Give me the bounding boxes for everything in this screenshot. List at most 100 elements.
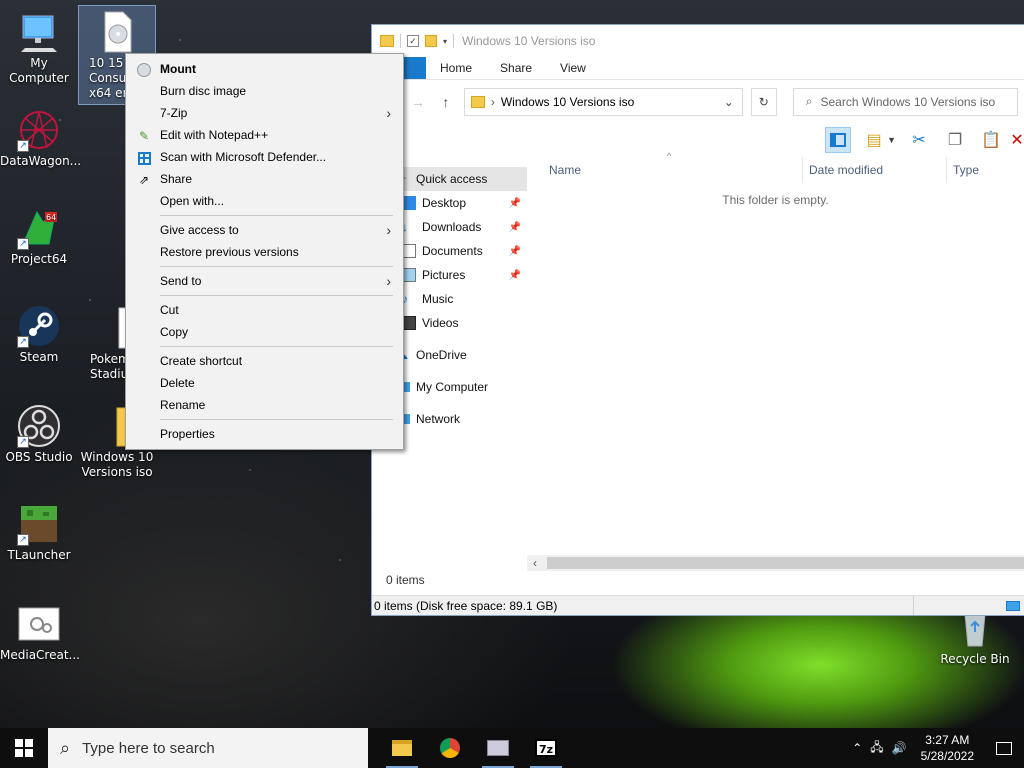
pin-icon[interactable]: 📌 xyxy=(509,246,521,257)
column-name[interactable]: Name ^ xyxy=(527,151,803,183)
copy-button[interactable]: ❐ xyxy=(942,127,968,153)
horizontal-scrollbar[interactable]: ‹ xyxy=(527,555,1024,571)
item-count: 0 items xyxy=(386,573,425,587)
paste-button[interactable]: 📋 xyxy=(978,127,1004,153)
file-explorer-icon xyxy=(392,740,412,756)
menu-item-share[interactable]: ⇗ Share xyxy=(126,168,403,190)
shortcut-arrow-icon: ↗ xyxy=(17,534,29,546)
desktop-icon-label: Recycle Bin xyxy=(940,652,1010,666)
taskbar-7zip[interactable]: 7z xyxy=(522,728,570,768)
desktop-icon-label: TLauncher xyxy=(7,548,71,562)
menu-item-create-shortcut[interactable]: Create shortcut xyxy=(126,350,403,372)
search-box[interactable]: ⌕ Search Windows 10 Versions iso xyxy=(792,87,1018,116)
taskbar-media-creation[interactable] xyxy=(474,728,522,768)
shortcut-arrow-icon: ↗ xyxy=(17,436,29,448)
desktop-icon-my-computer[interactable]: My Computer xyxy=(0,10,78,86)
steam-icon: ↗ xyxy=(17,304,61,348)
pin-icon[interactable]: 📌 xyxy=(509,270,521,281)
music-note-icon: ♪ xyxy=(402,292,408,306)
desktop-icon-mediacreation[interactable]: MediaCreat... xyxy=(0,602,80,663)
menu-item-burn-disc-image[interactable]: Burn disc image xyxy=(126,80,403,102)
scroll-left-arrow-icon[interactable]: ‹ xyxy=(533,556,537,570)
view-toolbar: ▤ ▼ ✂ ❐ 📋 ✕ xyxy=(372,123,1024,157)
back-arrow-icon[interactable]: → xyxy=(408,94,428,110)
desktop-icon-obs-studio[interactable]: ↗ OBS Studio xyxy=(0,404,78,465)
refresh-icon: ↻ xyxy=(758,94,769,109)
tab-view[interactable]: View xyxy=(546,57,600,79)
desktop-icon-project64[interactable]: 64 ↗ Project64 xyxy=(0,206,78,267)
menu-item-scan-defender[interactable]: Scan with Microsoft Defender... xyxy=(126,146,403,168)
desktop-icon-datawagon[interactable]: ↗ DataWagon... xyxy=(0,108,82,169)
menu-label: Give access to xyxy=(160,223,239,237)
menu-item-rename[interactable]: Rename xyxy=(126,394,403,416)
mediacreation-icon xyxy=(17,602,61,646)
desktop-icon-label: MediaCreat... xyxy=(0,648,80,662)
desktop-icon-label: DataWagon... xyxy=(0,154,82,168)
chevron-down-icon[interactable]: ⌄ xyxy=(724,95,734,109)
taskbar-file-explorer[interactable] xyxy=(378,728,426,768)
pin-icon[interactable]: 📌 xyxy=(509,222,521,233)
obs-icon: ↗ xyxy=(17,404,61,448)
media-creation-icon xyxy=(487,740,509,756)
start-button[interactable] xyxy=(0,728,48,768)
details-view-icon[interactable] xyxy=(1006,600,1020,611)
context-menu: Mount Burn disc image 7-Zip › ✎ Edit wit… xyxy=(125,53,404,450)
cut-button[interactable]: ✂ xyxy=(906,127,932,153)
menu-item-copy[interactable]: Copy xyxy=(126,321,403,343)
tab-share[interactable]: Share xyxy=(486,57,546,79)
new-folder-button[interactable]: ▤ xyxy=(861,127,887,153)
clock[interactable]: 3:27 AM 5/28/2022 xyxy=(911,732,984,764)
menu-item-open-with[interactable]: Open with... xyxy=(126,190,403,212)
menu-separator xyxy=(160,266,393,267)
network-icon[interactable]: 🖧 xyxy=(866,738,887,759)
menu-item-edit-notepadpp[interactable]: ✎ Edit with Notepad++ xyxy=(126,124,403,146)
menu-label: Cut xyxy=(160,303,179,317)
menu-item-7zip[interactable]: 7-Zip › xyxy=(126,102,403,124)
tab-home[interactable]: Home xyxy=(426,57,486,79)
nav-label: Network xyxy=(416,412,461,426)
menu-item-delete[interactable]: Delete xyxy=(126,372,403,394)
menu-item-cut[interactable]: Cut xyxy=(126,299,403,321)
column-date-modified[interactable]: Date modified xyxy=(803,157,947,183)
volume-icon[interactable]: 🔊 xyxy=(888,741,911,755)
menu-item-mount[interactable]: Mount xyxy=(126,58,403,80)
folder-icon[interactable] xyxy=(380,35,394,47)
defender-icon xyxy=(136,150,152,166)
taskbar-search-box[interactable]: ⌕ Type here to search xyxy=(48,728,368,768)
search-icon: ⌕ xyxy=(805,94,813,108)
properties-check-icon[interactable]: ✓ xyxy=(407,35,419,47)
toolbar-separator xyxy=(453,34,455,48)
preview-pane-button[interactable] xyxy=(825,127,852,153)
explorer-window: ✓ ▾ Windows 10 Versions iso e Home Share… xyxy=(370,24,1024,616)
menu-item-give-access[interactable]: Give access to › xyxy=(126,219,403,241)
taskbar-chrome[interactable] xyxy=(426,728,474,768)
title-bar: ✓ ▾ Windows 10 Versions iso xyxy=(372,25,1024,57)
column-type[interactable]: Type xyxy=(947,157,1024,183)
delete-button[interactable]: ✕ xyxy=(1010,127,1023,153)
disc-icon xyxy=(136,62,152,78)
menu-item-properties[interactable]: Properties xyxy=(126,423,403,445)
menu-item-restore-versions[interactable]: Restore previous versions xyxy=(126,241,403,263)
up-arrow-icon[interactable]: ↑ xyxy=(436,94,456,110)
scrollbar-thumb[interactable] xyxy=(547,557,1024,569)
desktop-icon-steam[interactable]: ↗ Steam xyxy=(0,304,78,365)
desktop-icon-tlauncher[interactable]: ↗ TLauncher xyxy=(0,502,78,563)
menu-label: Create shortcut xyxy=(160,354,243,368)
menu-item-send-to[interactable]: Send to › xyxy=(126,270,403,292)
column-label: Type xyxy=(953,163,980,177)
desktop-icon-label: Project64 xyxy=(10,252,68,266)
customize-toolbar-icon[interactable]: ▾ xyxy=(443,37,447,46)
refresh-button[interactable]: ↻ xyxy=(750,87,777,116)
new-folder-icon[interactable] xyxy=(425,35,437,47)
folder-icon xyxy=(470,95,485,108)
chevron-down-icon[interactable]: ▼ xyxy=(887,135,896,145)
chevron-up-icon[interactable]: ⌃ xyxy=(848,741,866,755)
download-arrow-icon: ↓ xyxy=(402,220,408,234)
pin-icon[interactable]: 📌 xyxy=(509,198,521,209)
window-title: Windows 10 Versions iso xyxy=(462,34,596,48)
address-bar[interactable]: › Windows 10 Versions iso ⌄ xyxy=(463,87,743,116)
shortcut-arrow-icon: ↗ xyxy=(17,140,29,152)
breadcrumb-chevron-icon[interactable]: › xyxy=(491,95,495,109)
menu-label: Burn disc image xyxy=(160,84,247,98)
notification-button[interactable] xyxy=(984,741,1024,755)
